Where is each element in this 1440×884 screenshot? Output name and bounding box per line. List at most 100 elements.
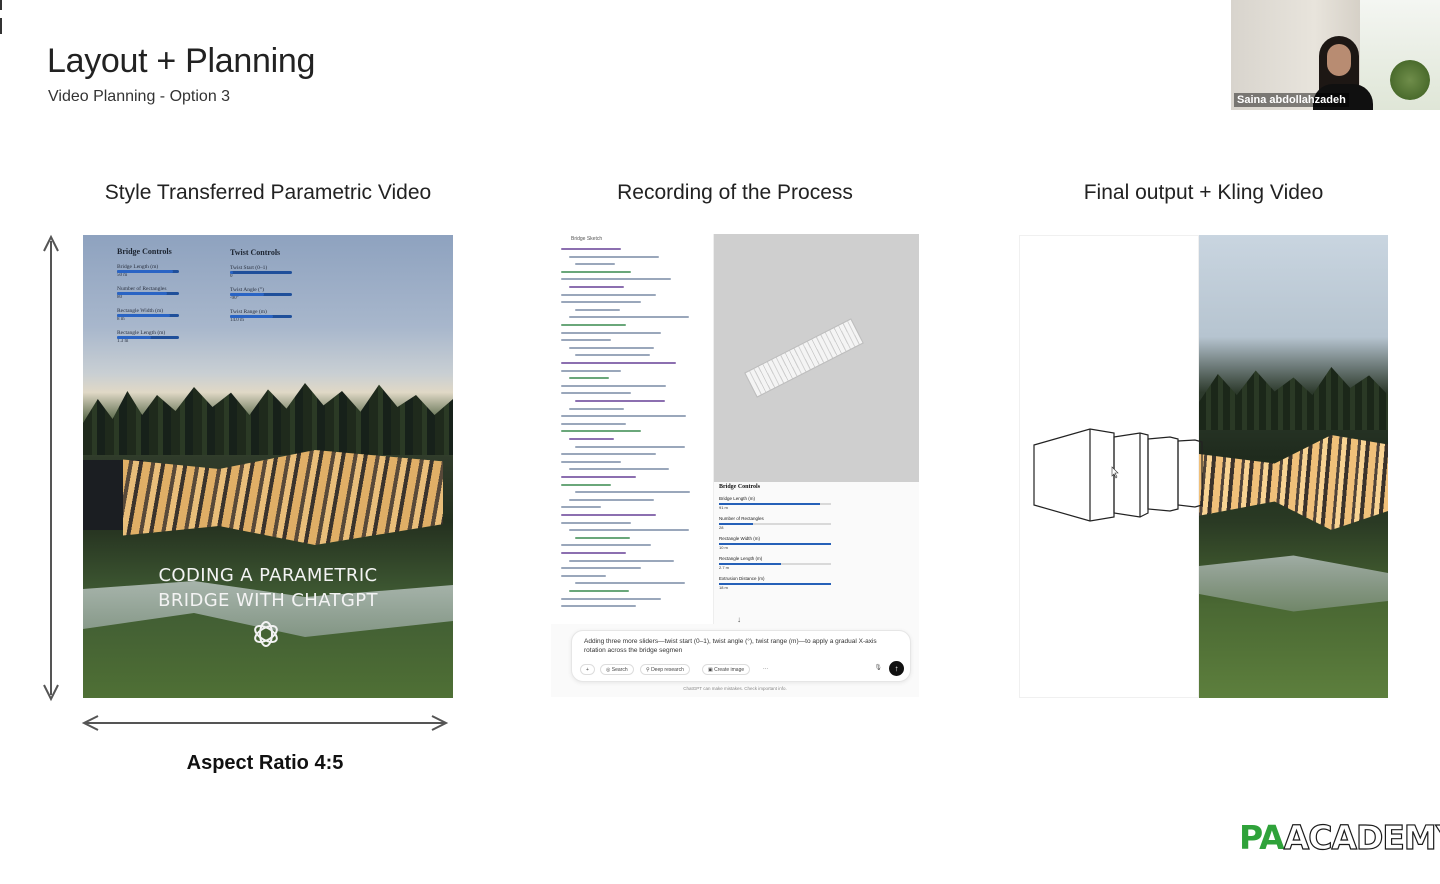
slider-track[interactable] (719, 523, 831, 525)
deep-research-label: Deep research (651, 667, 684, 673)
code-line (561, 476, 636, 478)
slider-track[interactable] (719, 583, 831, 585)
code-line (561, 514, 656, 516)
horizontal-dimension-arrow (81, 715, 449, 731)
bridge-controls-panel: Bridge Controls Bridge Length (m) 91 m Num… (719, 484, 919, 590)
chat-input-box[interactable]: Adding three more sliders—twist start (0… (571, 630, 911, 682)
slider-track[interactable] (719, 563, 831, 565)
slider-fill (117, 314, 170, 317)
slider-group: Extrusion Distance (m) 18 m (719, 576, 919, 590)
slider-group: Rectangle Length (m) 1.3 m (117, 330, 179, 344)
slider-label: Rectangle Width (m) (719, 536, 761, 541)
sketch-tab[interactable]: Bridge Sketch (571, 236, 602, 242)
slider-value: 2.7 m (719, 565, 730, 570)
slider-value: 1.3 m (117, 339, 129, 344)
twist-controls-overlay: Twist Controls Twist Start (0–1) 0 Twist A… (230, 248, 292, 323)
edge-mark (0, 18, 2, 34)
code-line (561, 384, 666, 387)
code-line (575, 536, 630, 539)
kling-video-half (1199, 235, 1388, 698)
parametric-bridge-render (123, 450, 443, 545)
more-options-button[interactable]: ··· (758, 664, 773, 675)
slider-value: 8 m (117, 317, 125, 322)
video-caption-line-1: CODING A PARAMETRIC (158, 565, 378, 586)
code-line (569, 407, 624, 410)
code-line (569, 255, 659, 258)
code-line (561, 362, 676, 364)
slider-value: 91 m (719, 505, 728, 510)
participant-video-tile[interactable]: Saina abdollahzadeh (1231, 0, 1440, 110)
send-button[interactable]: ↑ (889, 661, 904, 676)
code-line (561, 605, 636, 608)
slider-track[interactable] (719, 543, 831, 545)
process-recording-frame: Bridge Sketch Bridge Controls Bridge Len… (551, 234, 919, 697)
slider-group: Number of Rectangles 80 (117, 286, 179, 300)
code-line (569, 498, 654, 501)
logo-pa: PA (1239, 818, 1285, 857)
slider-group: Bridge Length (m) 91 m (719, 496, 919, 510)
microphone-icon[interactable]: 🎙 (874, 664, 882, 671)
slider-fill (719, 563, 781, 565)
bridge-wireframe-sketch (1033, 428, 1203, 522)
3d-preview-canvas[interactable] (714, 234, 919, 482)
bridge-3d-model (744, 318, 864, 398)
code-line (575, 491, 690, 494)
scroll-down-icon[interactable]: ↓ (737, 615, 741, 624)
code-line (561, 392, 631, 395)
code-editor-pane[interactable]: Bridge Sketch (551, 234, 714, 624)
openai-logo-icon (254, 621, 278, 647)
slider-track[interactable] (117, 314, 179, 317)
code-line (561, 574, 606, 577)
slider-group: Number of Rectangles 28 (719, 516, 919, 530)
bridge-controls-title: Bridge Controls (117, 247, 172, 256)
slider-fill (230, 293, 265, 296)
slider-label: Number of Rectangles (719, 516, 764, 521)
slider-track[interactable] (230, 293, 292, 296)
edge-mark (0, 0, 2, 10)
code-line (561, 422, 626, 425)
add-attachment-button[interactable]: + (580, 664, 595, 675)
search-button[interactable]: ◎ Search (600, 664, 634, 675)
create-image-button[interactable]: ▣ Create image (702, 664, 751, 675)
slider-track[interactable] (117, 292, 179, 295)
twist-slider-list: Twist Start (0–1) 0 Twist Angle (°) -90° Twi… (230, 265, 292, 323)
slider-track[interactable] (117, 336, 179, 339)
slider-label: Rectangle Length (m) (719, 556, 763, 561)
code-line (561, 248, 621, 250)
code-line (561, 597, 661, 600)
slide-subtitle: Video Planning - Option 3 (48, 88, 231, 105)
code-line (561, 270, 631, 273)
slider-fill (117, 336, 152, 339)
pa-academy-logo: PAACADEMY (1239, 817, 1440, 857)
code-line (561, 430, 641, 433)
deep-research-button[interactable]: ⚲ Deep research (640, 664, 690, 675)
code-line (561, 324, 626, 326)
slider-value: -90° (230, 296, 239, 301)
column-heading-style-transfer: Style Transferred Parametric Video (104, 181, 432, 204)
slider-group: Twist Start (0–1) 0 (230, 265, 292, 279)
slider-track[interactable] (230, 315, 292, 318)
code-line (561, 415, 686, 418)
code-line (561, 301, 641, 304)
code-line (561, 483, 611, 486)
code-line (561, 331, 661, 334)
slider-track[interactable] (719, 503, 831, 505)
code-line (569, 346, 654, 349)
code-line (561, 293, 656, 296)
chat-input-text[interactable]: Adding three more sliders—twist start (0… (584, 637, 884, 655)
bridge-render (1199, 435, 1388, 530)
code-line (569, 559, 674, 562)
code-line (575, 354, 650, 357)
slider-value: 0 (230, 274, 233, 279)
code-line (561, 460, 621, 463)
slider-track[interactable] (230, 271, 292, 274)
search-label: Search (611, 667, 628, 673)
code-line (561, 369, 621, 372)
slider-track[interactable] (117, 270, 179, 273)
code-line (575, 445, 685, 448)
code-line (561, 278, 671, 281)
logo-academy: ACADEMY (1283, 817, 1440, 857)
slider-fill (117, 292, 167, 295)
code-line (569, 286, 624, 288)
bridge-controls-sliders: Bridge Length (m) 91 m Number of Rectangle… (719, 496, 919, 590)
